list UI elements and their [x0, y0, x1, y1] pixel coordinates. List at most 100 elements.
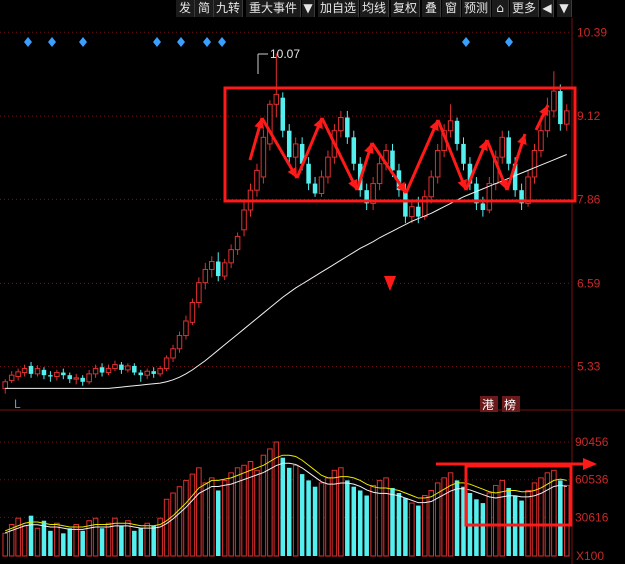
volume-bar-9	[61, 533, 66, 556]
chart-grid	[0, 18, 625, 564]
volume-bar-64	[416, 505, 421, 556]
candle-body-4	[28, 365, 34, 374]
price-panel	[2, 53, 570, 394]
candle-body-22	[144, 370, 150, 376]
candle-body-52	[338, 117, 344, 132]
candle-body-43	[280, 97, 286, 131]
volume-bar-18	[119, 525, 124, 556]
event-diamond-icon-5	[203, 37, 211, 47]
volume-bar-51	[331, 469, 338, 557]
candle-body-16	[105, 368, 112, 374]
candle-body-3	[21, 368, 28, 374]
candle-body-66	[428, 176, 434, 198]
candle-body-85	[551, 90, 557, 112]
candle-body-62	[403, 190, 408, 217]
candle-body-71	[461, 143, 466, 164]
marker-l: L	[14, 397, 21, 411]
candle-body-35	[228, 249, 234, 264]
volume-bar-58	[376, 479, 383, 557]
candle-body-70	[454, 120, 460, 144]
volume-bar-26	[170, 492, 176, 557]
candle-body-32	[209, 261, 215, 270]
volume-trend-arrow-head-icon	[583, 458, 597, 470]
volume-bar-86	[558, 480, 563, 556]
volume-bar-87	[564, 484, 570, 557]
volume-bar-14	[92, 517, 99, 557]
volume-bar-30	[196, 467, 202, 557]
event-diamond-icon-1	[48, 37, 56, 47]
volume-bar-10	[67, 528, 73, 556]
candle-body-47	[306, 163, 311, 184]
candle-body-15	[99, 367, 105, 373]
annotation-layer: 10.07 L 港榜	[14, 37, 597, 527]
candle-body-77	[499, 136, 505, 158]
candle-body-18	[119, 364, 124, 370]
volume-bar-57	[370, 484, 376, 557]
candle-body-8	[54, 372, 60, 377]
volume-bar-52	[338, 467, 344, 557]
candle-body-42	[273, 93, 280, 105]
candle-body-36	[234, 235, 241, 251]
tag-bang: 榜	[504, 397, 516, 412]
candle-body-7	[48, 375, 53, 377]
volume-bar-82	[531, 482, 538, 557]
candle-body-11	[73, 377, 79, 380]
volume-bar-46	[299, 474, 305, 556]
volume-bar-65	[422, 495, 428, 557]
volume-bar-27	[176, 486, 183, 557]
volume-bar-8	[54, 522, 60, 557]
volume-bar-55	[357, 490, 363, 556]
volume-bar-48	[312, 486, 318, 556]
volume-bar-73	[474, 499, 479, 556]
event-diamond-icon-7	[462, 37, 470, 47]
volume-bar-39	[254, 469, 260, 557]
volume-bar-45	[292, 464, 299, 557]
candle-body-40	[260, 136, 267, 178]
volume-bar-21	[138, 528, 144, 556]
volume-bar-53	[345, 480, 350, 556]
candle-body-44	[286, 130, 292, 158]
high-price-label: 10.07	[270, 47, 300, 61]
volume-bar-76	[493, 484, 499, 557]
volume-bar-63	[409, 502, 415, 557]
event-diamond-icon-2	[79, 37, 87, 47]
event-diamond-icon-6	[218, 37, 226, 47]
candle-body-78	[506, 137, 511, 164]
volume-bar-29	[189, 473, 196, 557]
candle-body-41	[267, 103, 273, 145]
candle-body-12	[80, 377, 85, 382]
event-diamond-icon-0	[24, 37, 32, 47]
candle-body-6	[41, 369, 47, 376]
candle-body-53	[345, 117, 350, 138]
candle-body-83	[538, 130, 544, 152]
candle-body-23	[151, 371, 156, 374]
candle-body-29	[189, 302, 196, 323]
volume-bar-61	[396, 493, 402, 556]
volume-bar-20	[132, 530, 137, 556]
volume-tick-2: 30616	[575, 510, 609, 524]
volume-bar-23	[151, 525, 156, 556]
volume-bar-34	[221, 479, 228, 557]
volume-bar-31	[202, 482, 209, 557]
volume-bar-85	[551, 469, 557, 557]
event-diamond-icon-8	[505, 37, 513, 47]
candle-body-27	[176, 335, 183, 350]
candle-body-1	[8, 374, 15, 381]
candle-body-69	[447, 120, 454, 132]
volume-bar-81	[525, 489, 531, 557]
axis-layer: 10.39 9.12 7.86 6.59 5.33 90456 60536 30616 X100	[575, 25, 609, 563]
volume-bar-59	[383, 477, 389, 557]
price-tick-4: 5.33	[577, 360, 601, 374]
candle-body-2	[15, 371, 21, 377]
volume-bar-15	[99, 528, 105, 556]
candle-body-5	[34, 368, 41, 375]
candle-body-21	[138, 372, 144, 376]
volume-tick-1: 60536	[575, 473, 609, 487]
price-tick-0: 10.39	[577, 25, 607, 39]
candle-body-50	[325, 156, 331, 178]
price-tick-2: 7.86	[577, 192, 601, 206]
price-tick-1: 9.12	[577, 109, 601, 123]
candle-body-87	[564, 110, 570, 125]
candle-body-0	[2, 381, 8, 389]
candle-body-49	[318, 176, 325, 194]
